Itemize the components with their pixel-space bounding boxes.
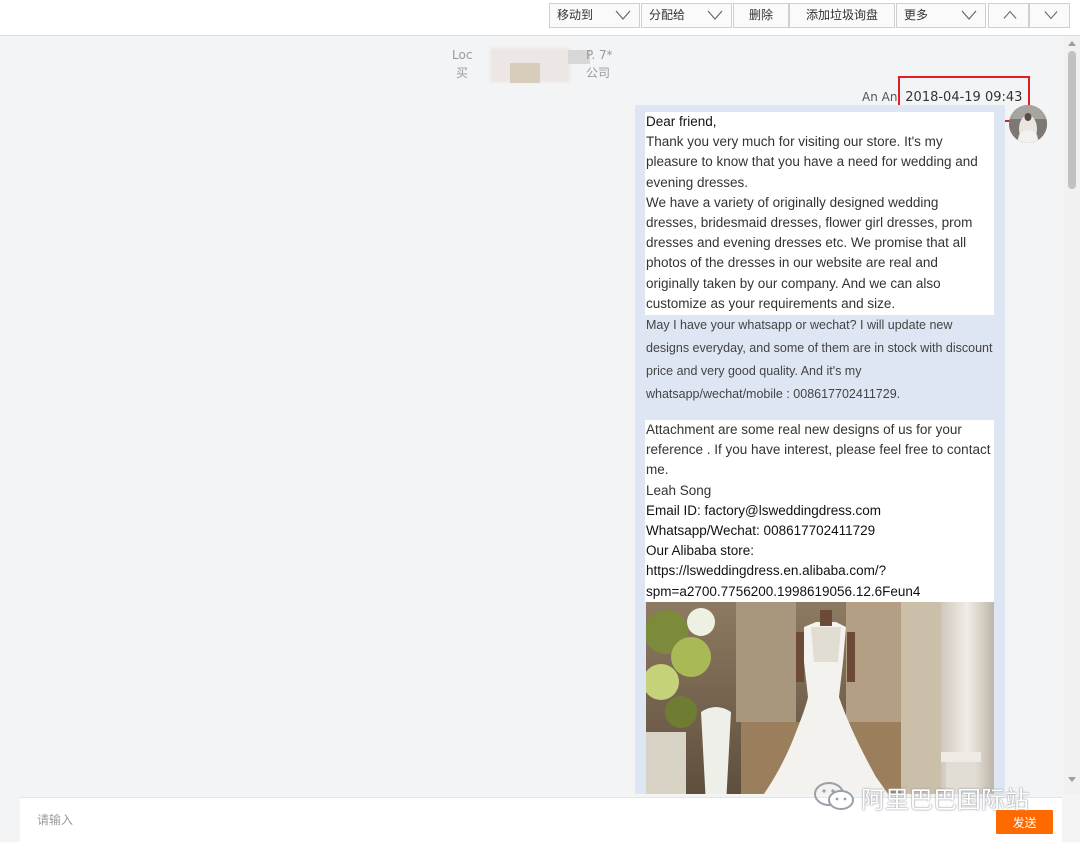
watermark: 阿里巴巴国际站 xyxy=(813,778,1053,814)
message-paragraph: We have a variety of originally designed… xyxy=(646,194,973,311)
signature-name: Leah Song xyxy=(646,482,712,498)
message-paragraph: Thank you very much for visiting our sto… xyxy=(646,134,978,190)
sender-location-tail: P. 7* xyxy=(586,48,613,62)
scroll-up-arrow-icon[interactable] xyxy=(1068,39,1076,47)
chat-scrollbar[interactable] xyxy=(1064,37,1080,794)
more-dropdown[interactable]: 更多 xyxy=(896,3,986,28)
chevron-down-icon xyxy=(615,10,631,20)
signature-email: Email ID: factory@lsweddingdress.com xyxy=(646,502,882,518)
chevron-down-icon xyxy=(961,10,977,20)
avatar-image xyxy=(1009,105,1047,143)
message-block-signature: Attachment are some real new designs of … xyxy=(645,420,994,602)
message-greeting: Dear friend, xyxy=(646,114,717,129)
assign-to-label: 分配给 xyxy=(649,8,686,22)
toolbar: 移动到 分配给 删除 添加垃圾询盘 更多 xyxy=(0,0,1080,36)
scroll-thumb[interactable] xyxy=(1068,51,1076,189)
chevron-up-icon xyxy=(1003,10,1017,19)
signature-store-url[interactable]: https://lsweddingdress.en.alibaba.com/? xyxy=(646,561,992,581)
signature-store-url-cont[interactable]: spm=a2700.7756200.1998619056.12.6Feun4 xyxy=(646,582,992,602)
previous-message-button[interactable] xyxy=(988,3,1029,28)
add-spam-label: 添加垃圾询盘 xyxy=(805,8,878,22)
next-message-button[interactable] xyxy=(1029,3,1070,28)
message-block-contact-request: May I have your whatsapp or wechat? I wi… xyxy=(646,318,993,401)
sender-location: Loc xyxy=(452,48,473,62)
message-block-intro: Dear friend, Thank you very much for vis… xyxy=(645,112,994,315)
signature-whatsapp: Whatsapp/Wechat: 008617702411729 xyxy=(646,523,876,539)
chat-area[interactable]: Loc P. 7* 买 公司 An An 2018-04-19 09:43 De… xyxy=(0,37,1064,794)
redaction-blur xyxy=(510,63,540,83)
sender-company-tail: 公司 xyxy=(586,66,611,80)
sender-info: Loc P. 7* 买 公司 xyxy=(450,45,620,85)
delete-button[interactable]: 删除 xyxy=(733,3,789,28)
wedding-dress-photo[interactable] xyxy=(646,602,994,794)
more-label: 更多 xyxy=(904,8,929,22)
delete-label: 删除 xyxy=(748,8,773,22)
avatar[interactable] xyxy=(1009,105,1047,143)
wechat-icon xyxy=(814,782,854,810)
signature-store-label: Our Alibaba store: xyxy=(646,543,755,559)
message-sender-name: An An xyxy=(862,90,898,104)
message-attachment-note: Attachment are some real new designs of … xyxy=(646,422,991,478)
add-spam-button[interactable]: 添加垃圾询盘 xyxy=(789,3,895,28)
scroll-down-arrow-icon[interactable] xyxy=(1068,776,1076,784)
chevron-down-icon xyxy=(707,10,723,20)
chevron-down-icon xyxy=(1044,11,1058,20)
assign-to-dropdown[interactable]: 分配给 xyxy=(641,3,732,28)
message-bubble: Dear friend, Thank you very much for vis… xyxy=(635,105,1005,794)
sender-company: 买 xyxy=(456,66,469,80)
watermark-text: 阿里巴巴国际站 xyxy=(861,786,1029,814)
move-to-label: 移动到 xyxy=(557,8,594,22)
wedding-dress-image xyxy=(646,602,994,794)
move-to-dropdown[interactable]: 移动到 xyxy=(549,3,640,28)
